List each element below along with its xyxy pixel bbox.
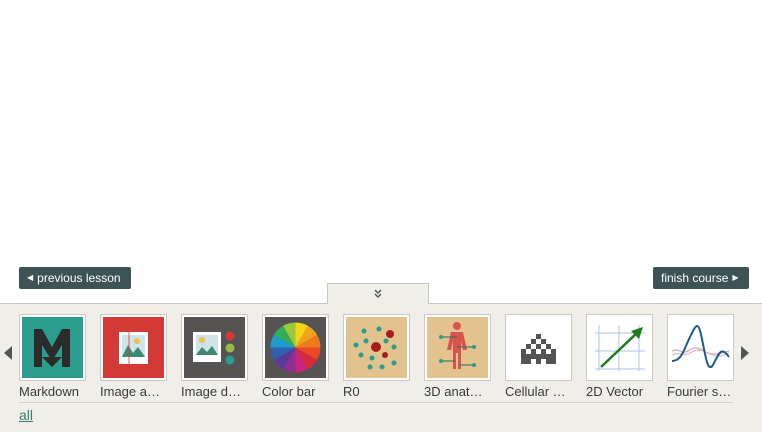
lesson-card-2d-vector[interactable]: 2D Vector <box>586 314 654 399</box>
vector-icon <box>589 317 650 378</box>
image-a-icon <box>103 317 164 378</box>
lesson-card-label: 3D anat… <box>424 384 483 399</box>
cellular-automaton-icon <box>508 317 569 378</box>
lesson-card-color-bar[interactable]: Color bar <box>262 314 330 399</box>
lesson-thumbnail <box>262 314 329 381</box>
triangle-right-icon <box>741 346 749 360</box>
double-chevron-down-icon <box>374 289 382 298</box>
tray-toggle-tab[interactable] <box>327 283 429 304</box>
scroll-right-arrow[interactable] <box>740 345 750 361</box>
previous-lesson-label: previous lesson <box>37 271 121 285</box>
finish-course-button[interactable]: finish course ▶ <box>653 267 749 289</box>
lesson-thumbnail <box>424 314 491 381</box>
lesson-thumbnail <box>100 314 167 381</box>
image-d-icon <box>184 317 245 378</box>
finish-course-label: finish course <box>661 271 729 285</box>
markdown-icon <box>22 317 83 378</box>
lesson-card-cellular[interactable]: Cellular … <box>505 314 573 399</box>
lesson-thumbnail <box>19 314 86 381</box>
lesson-card-r0[interactable]: R0 <box>343 314 411 399</box>
tray-divider <box>19 402 733 403</box>
lesson-card-label: Fourier s… <box>667 384 732 399</box>
triangle-left-icon <box>4 346 12 360</box>
page: ◀ previous lesson finish course ▶ Markdo… <box>0 0 762 432</box>
anatomy-icon <box>427 317 488 378</box>
lesson-card-3d-anatomy[interactable]: 3D anat… <box>424 314 492 399</box>
lesson-card-label: Color bar <box>262 384 316 399</box>
lesson-card-label: Image d… <box>181 384 241 399</box>
all-lessons-link[interactable]: all <box>19 407 33 423</box>
scroll-left-arrow[interactable] <box>3 345 13 361</box>
lesson-thumbnail <box>343 314 410 381</box>
lesson-thumbnail <box>667 314 734 381</box>
lesson-card-markdown[interactable]: Markdown <box>19 314 87 399</box>
lesson-card-label: Cellular … <box>505 384 566 399</box>
lesson-thumbnail <box>181 314 248 381</box>
previous-lesson-button[interactable]: ◀ previous lesson <box>19 267 131 289</box>
lesson-card-fourier[interactable]: Fourier s… <box>667 314 735 399</box>
color-wheel-icon <box>265 317 326 378</box>
lesson-card-image-d[interactable]: Image d… <box>181 314 249 399</box>
lesson-card-label: R0 <box>343 384 360 399</box>
lesson-card-label: Image a… <box>100 384 160 399</box>
fourier-wave-icon <box>670 317 731 378</box>
lesson-card-image-a[interactable]: Image a… <box>100 314 168 399</box>
caret-right-icon: ▶ <box>732 273 739 282</box>
r0-dots-icon <box>346 317 407 378</box>
lesson-card-label: Markdown <box>19 384 79 399</box>
lesson-thumbnail <box>586 314 653 381</box>
caret-left-icon: ◀ <box>27 273 34 282</box>
lesson-card-label: 2D Vector <box>586 384 644 399</box>
lesson-thumbnail <box>505 314 572 381</box>
